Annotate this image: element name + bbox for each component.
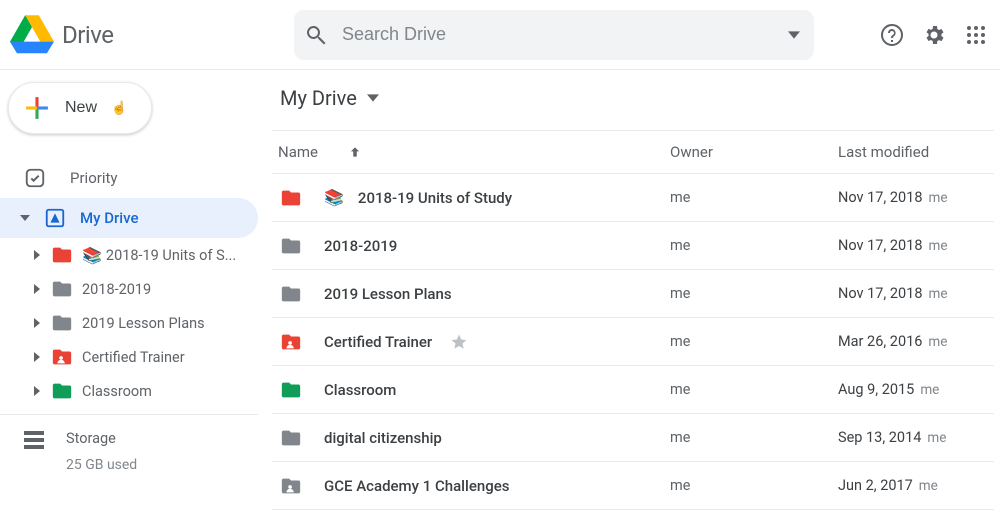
table-row[interactable]: GCE Academy 1 ChallengesmeJun 2, 2017me [272,462,994,510]
table-row[interactable]: digital citizenshipmeSep 13, 2014me [272,414,994,462]
cursor-pointer-icon: ☝ [111,100,127,116]
folder-icon [278,379,304,401]
table-row[interactable]: ClassroommeAug 9, 2015me [272,366,994,414]
gear-icon[interactable] [922,23,946,47]
file-owner: me [670,477,838,494]
arrow-up-icon [348,145,362,159]
sidebar-item-priority[interactable]: Priority [0,158,258,198]
folder-icon [278,331,304,353]
file-name: digital citizenship [324,429,442,447]
chevron-right-icon[interactable] [32,284,42,294]
file-modified-by: me [920,382,939,398]
column-header-name[interactable]: Name [272,143,670,161]
file-modified-by: me [928,190,947,206]
folder-icon [52,381,72,401]
file-modified-by: me [928,238,947,254]
tree-item-label: 2019 Lesson Plans [82,315,258,332]
priority-icon [24,167,46,189]
new-button[interactable]: New ☝ [8,82,152,134]
sidebar-label-priority: Priority [70,169,258,187]
tree-item[interactable]: 2018-2019 [0,272,258,306]
chevron-right-icon[interactable] [32,386,42,396]
tree-item[interactable]: 2019 Lesson Plans [0,306,258,340]
file-name: Certified Trainer [324,333,432,351]
folder-icon [52,347,72,367]
plus-icon [23,94,51,122]
file-modified-by: me [927,430,946,446]
storage-used: 25 GB used [66,457,137,473]
folder-icon [278,187,304,209]
new-button-label: New [65,99,97,117]
table-row[interactable]: 2018-2019meNov 17, 2018me [272,222,994,270]
table-row[interactable]: Certified TrainermeMar 26, 2016me [272,318,994,366]
breadcrumb-label: My Drive [280,86,357,110]
file-name: 2018-19 Units of Study [358,189,512,207]
drive-logo-icon [10,13,54,57]
file-modified: Sep 13, 2014 [838,429,921,446]
file-owner: me [670,189,838,206]
file-modified: Mar 26, 2016 [838,333,922,350]
file-modified: Nov 17, 2018 [838,285,922,302]
star-icon [450,333,468,351]
tree-item-label: Classroom [82,383,258,400]
help-icon[interactable] [880,23,904,47]
tree-item[interactable]: Classroom [0,374,258,408]
tree-item[interactable]: Certified Trainer [0,340,258,374]
dropdown-icon[interactable] [784,25,804,45]
folder-icon [52,279,72,299]
breadcrumb-my-drive[interactable]: My Drive [272,80,387,116]
file-owner: me [670,429,838,446]
file-modified: Jun 2, 2017 [838,477,913,494]
folder-icon [278,283,304,305]
file-name: 2018-2019 [324,237,397,255]
sidebar-item-storage[interactable]: Storage 25 GB used [0,423,258,473]
search-bar[interactable] [294,10,814,60]
chevron-down-icon[interactable] [20,213,30,223]
folder-icon [52,245,72,265]
file-modified: Nov 17, 2018 [838,189,922,206]
sidebar-divider [0,414,258,415]
file-modified-by: me [928,334,947,350]
file-name: Classroom [324,381,396,399]
folder-icon [278,427,304,449]
dropdown-icon [367,92,379,104]
tree-item-label: Certified Trainer [82,349,258,366]
column-header-owner[interactable]: Owner [670,143,838,161]
file-owner: me [670,285,838,302]
app-name: Drive [62,21,113,49]
chevron-right-icon[interactable] [32,250,42,260]
chevron-right-icon[interactable] [32,318,42,328]
storage-label: Storage [66,430,116,447]
chevron-right-icon[interactable] [32,352,42,362]
folder-emoji: 📚 [324,188,344,207]
search-icon [304,23,328,47]
file-owner: me [670,381,838,398]
table-row[interactable]: 2019 Lesson PlansmeNov 17, 2018me [272,270,994,318]
sidebar-item-my-drive[interactable]: My Drive [0,198,258,238]
file-name: 2019 Lesson Plans [324,285,452,303]
tree-item-label: 2018-2019 [82,281,258,298]
file-owner: me [670,333,838,350]
tree-item-label: 2018-19 Units of S... [106,247,258,264]
sidebar-label-my-drive: My Drive [80,209,258,227]
folder-icon [278,475,304,497]
my-drive-icon [44,207,66,229]
column-header-modified[interactable]: Last modified [838,143,994,161]
folder-icon [52,313,72,333]
file-name: GCE Academy 1 Challenges [324,477,509,495]
file-owner: me [670,237,838,254]
folder-emoji: 📚 [82,246,102,265]
apps-grid-icon[interactable] [964,23,988,47]
storage-icon [24,431,44,449]
file-modified: Aug 9, 2015 [838,381,914,398]
tree-item[interactable]: 📚2018-19 Units of S... [0,238,258,272]
folder-icon [278,235,304,257]
file-modified-by: me [919,478,938,494]
search-input[interactable] [342,24,784,45]
file-modified: Nov 17, 2018 [838,237,922,254]
table-row[interactable]: 📚2018-19 Units of StudymeNov 17, 2018me [272,174,994,222]
file-modified-by: me [928,286,947,302]
